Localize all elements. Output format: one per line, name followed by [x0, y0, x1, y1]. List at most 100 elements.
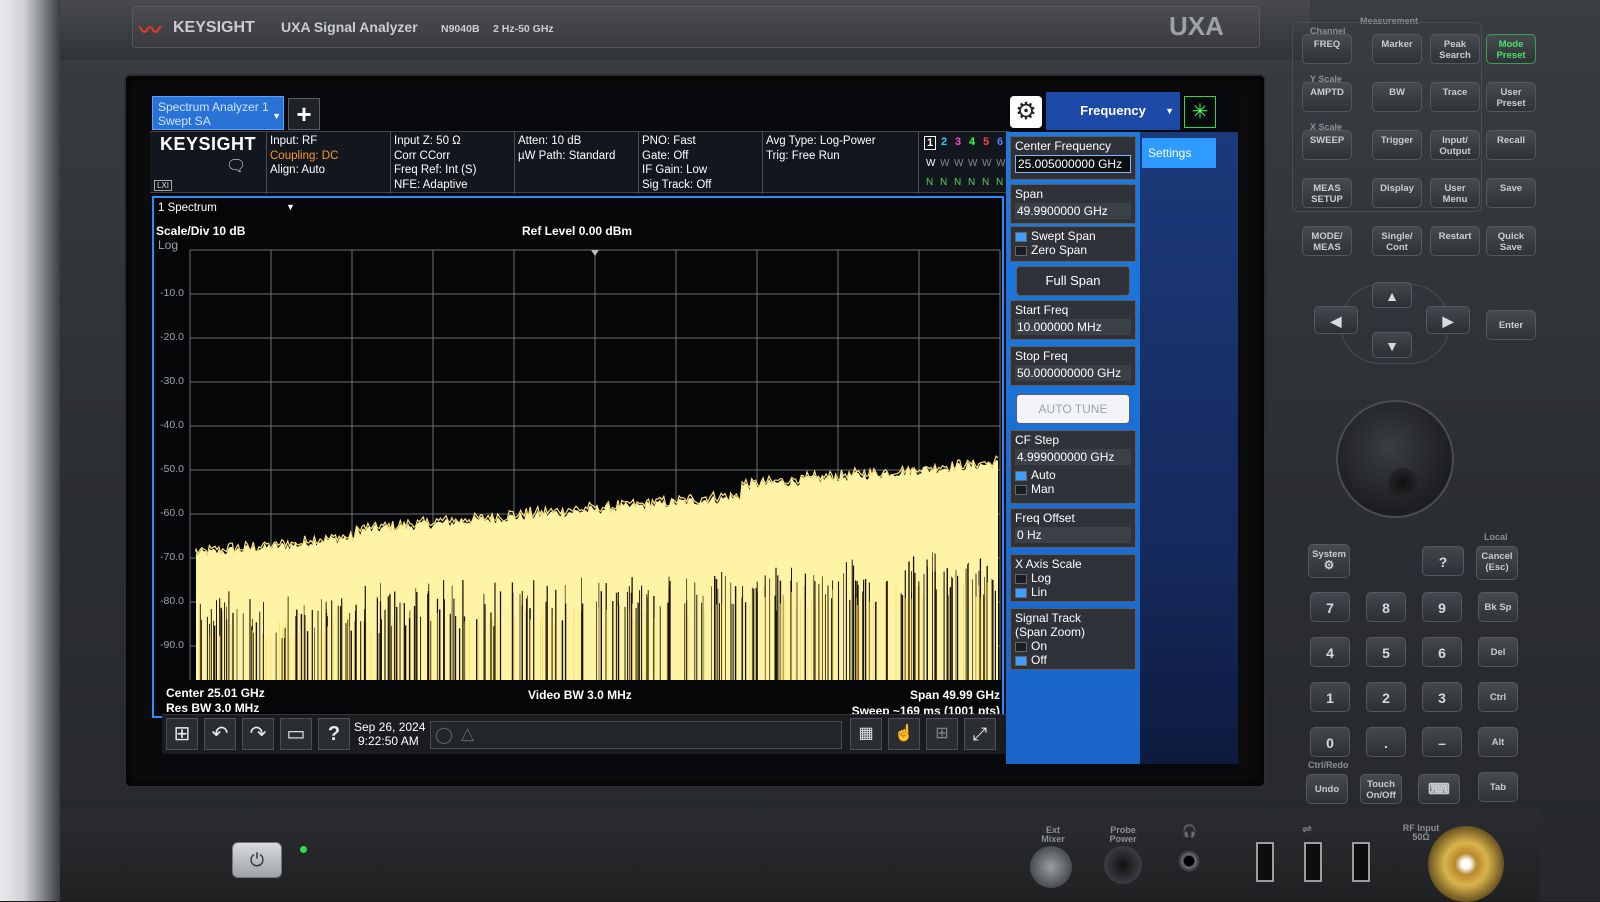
cf-step-value[interactable]: 4.999000000 GHz: [1015, 449, 1131, 465]
trace-number[interactable]: 1: [924, 136, 936, 150]
hardkey-trace[interactable]: Trace: [1430, 82, 1480, 112]
arrow-up-key[interactable]: ▲: [1372, 282, 1412, 308]
cancel-key[interactable]: Cancel (Esc): [1476, 546, 1518, 580]
numpad-key[interactable]: .: [1366, 727, 1406, 757]
touch-icon[interactable]: ☝: [888, 718, 920, 750]
hardkey-restart[interactable]: Restart: [1430, 226, 1480, 256]
numpad-key[interactable]: 4: [1310, 637, 1350, 667]
hardkey-quick-save[interactable]: Quick Save: [1486, 226, 1536, 256]
multi-window-icon[interactable]: ⊞: [926, 718, 958, 750]
tab-spectrum-analyzer[interactable]: Spectrum Analyzer 1 Swept SA ▼: [152, 96, 284, 130]
rotary-knob[interactable]: [1336, 400, 1454, 518]
add-screen-button[interactable]: +: [288, 98, 320, 130]
hardkey-recall[interactable]: Recall: [1486, 130, 1536, 160]
settings-panel[interactable]: KEYSIGHT 🗨 LXI Input: RF Coupling: DC Al…: [150, 131, 1010, 194]
numpad-key[interactable]: –: [1422, 727, 1462, 757]
numpad-key[interactable]: 6: [1422, 637, 1462, 667]
radio-selected-icon: [1015, 231, 1027, 242]
layout-tile-icon[interactable]: ▦: [850, 718, 882, 750]
start-freq-softkey[interactable]: Start Freq 10.000000 MHz: [1010, 300, 1136, 340]
trace-number[interactable]: 3: [952, 136, 964, 148]
auto-option: Auto: [1031, 468, 1056, 482]
trace-number[interactable]: 4: [966, 136, 978, 148]
hardkey-bw[interactable]: BW: [1372, 82, 1422, 112]
power-button[interactable]: ⏻: [232, 842, 282, 878]
freq-offset-softkey[interactable]: Freq Offset 0 Hz: [1010, 508, 1136, 548]
start-freq-value[interactable]: 10.000000 MHz: [1015, 319, 1131, 335]
y-axis-tick-label: -70.0: [160, 551, 184, 563]
menu-title: Frequency: [1080, 103, 1146, 118]
numpad-key[interactable]: 5: [1366, 637, 1406, 667]
hardkey-sweep[interactable]: SWEEP: [1302, 130, 1352, 160]
spectrum-window[interactable]: 1 Spectrum ▼ Scale/Div 10 dB Log Ref Lev…: [152, 196, 1004, 718]
trace-number[interactable]: 2: [938, 136, 950, 148]
trace-type: W: [968, 158, 978, 169]
hardkey-meas-setup[interactable]: MEAS SETUP: [1302, 178, 1352, 208]
hardkey-single-cont[interactable]: Single/ Cont: [1372, 226, 1422, 256]
help-icon[interactable]: ?: [318, 718, 350, 750]
numpad-key[interactable]: 7: [1310, 592, 1350, 622]
hardkey-marker[interactable]: Marker: [1372, 34, 1422, 64]
side-key-del[interactable]: Del: [1478, 637, 1518, 667]
numpad-key[interactable]: 1: [1310, 682, 1350, 712]
stop-freq-value[interactable]: 50.000000000 GHz: [1015, 365, 1131, 381]
hardkey-user-menu[interactable]: User Menu: [1430, 178, 1480, 208]
hardkey-trigger[interactable]: Trigger: [1372, 130, 1422, 160]
side-key-bk-sp[interactable]: Bk Sp: [1478, 592, 1518, 622]
cf-step-softkey[interactable]: CF Step 4.999000000 GHz Auto Man: [1010, 430, 1136, 504]
undo-icon[interactable]: ↶: [204, 718, 236, 750]
trace-number[interactable]: 6: [994, 136, 1006, 148]
trace-indicator-panel[interactable]: 1WN2WN3WN4WN5WN6WN: [920, 131, 1006, 193]
hardkey-save[interactable]: Save: [1486, 178, 1536, 208]
auto-tune-button[interactable]: AUTO TUNE: [1016, 394, 1130, 424]
center-frequency-value[interactable]: 25.005000000 GHz: [1015, 155, 1131, 173]
info-pno-col: PNO: Fast Gate: Off IF Gain: Low Sig Tra…: [642, 134, 711, 192]
tab-settings[interactable]: Settings: [1142, 138, 1216, 168]
touch-key[interactable]: Touch On/Off: [1360, 774, 1402, 804]
numpad-key[interactable]: 3: [1422, 682, 1462, 712]
undo-key[interactable]: Undo: [1306, 774, 1348, 804]
gear-icon[interactable]: ⚙: [1010, 96, 1042, 128]
center-frequency-softkey[interactable]: Center Frequency 25.005000000 GHz: [1010, 136, 1136, 180]
hardkey-freq[interactable]: FREQ: [1302, 34, 1352, 64]
windows-icon[interactable]: ⊞: [166, 718, 198, 750]
arrow-right-key[interactable]: ▶: [1426, 306, 1470, 334]
redo-icon[interactable]: ↷: [242, 718, 274, 750]
maximize-icon[interactable]: ⤢: [964, 718, 996, 750]
message-bar[interactable]: ◯ △: [430, 721, 842, 749]
help-key[interactable]: ?: [1422, 546, 1464, 576]
arrow-down-key[interactable]: ▼: [1372, 332, 1412, 358]
full-span-button[interactable]: Full Span: [1016, 266, 1130, 296]
span-softkey[interactable]: Span 49.9900000 GHz: [1010, 184, 1136, 224]
hardkey-input-output[interactable]: Input/ Output: [1430, 130, 1480, 160]
folder-icon[interactable]: ▭: [280, 718, 312, 750]
freq-offset-value[interactable]: 0 Hz: [1015, 527, 1131, 543]
keyboard-key[interactable]: ⌨: [1418, 774, 1460, 804]
hardkey-peak-search[interactable]: Peak Search: [1430, 34, 1480, 64]
numpad-key[interactable]: 9: [1422, 592, 1462, 622]
sweep-activity-icon[interactable]: ✳: [1184, 96, 1216, 128]
trace-number[interactable]: 5: [980, 136, 992, 148]
lxi-badge: LXI: [154, 180, 173, 191]
arrow-left-key[interactable]: ◀: [1314, 306, 1358, 334]
hardkey-user-preset[interactable]: User Preset: [1486, 82, 1536, 112]
side-key-tab[interactable]: Tab: [1478, 772, 1518, 802]
hardkey-mode-meas[interactable]: MODE/ MEAS: [1302, 226, 1352, 256]
enter-key[interactable]: Enter: [1486, 310, 1536, 340]
side-key-alt[interactable]: Alt: [1478, 727, 1518, 757]
swept-zero-span-toggle[interactable]: Swept Span Zero Span: [1010, 226, 1136, 262]
hardkey-mode-preset[interactable]: Mode Preset: [1486, 34, 1536, 64]
side-key-ctrl[interactable]: Ctrl: [1478, 682, 1518, 712]
numpad-key[interactable]: 8: [1366, 592, 1406, 622]
y-axis-tick-label: -40.0: [160, 419, 184, 431]
numpad-key[interactable]: 2: [1366, 682, 1406, 712]
x-axis-scale-softkey[interactable]: X Axis Scale Log Lin: [1010, 554, 1136, 602]
span-value[interactable]: 49.9900000 GHz: [1015, 203, 1131, 219]
stop-freq-softkey[interactable]: Stop Freq 50.000000000 GHz: [1010, 346, 1136, 386]
numpad-key[interactable]: 0: [1310, 727, 1350, 757]
hardkey-display[interactable]: Display: [1372, 178, 1422, 208]
hardkey-amptd[interactable]: AMPTD: [1302, 82, 1352, 112]
menu-frequency-dropdown[interactable]: Frequency ▼: [1046, 92, 1180, 130]
signal-track-softkey[interactable]: Signal Track (Span Zoom) On Off: [1010, 608, 1136, 670]
system-key[interactable]: System ⚙: [1308, 544, 1350, 578]
